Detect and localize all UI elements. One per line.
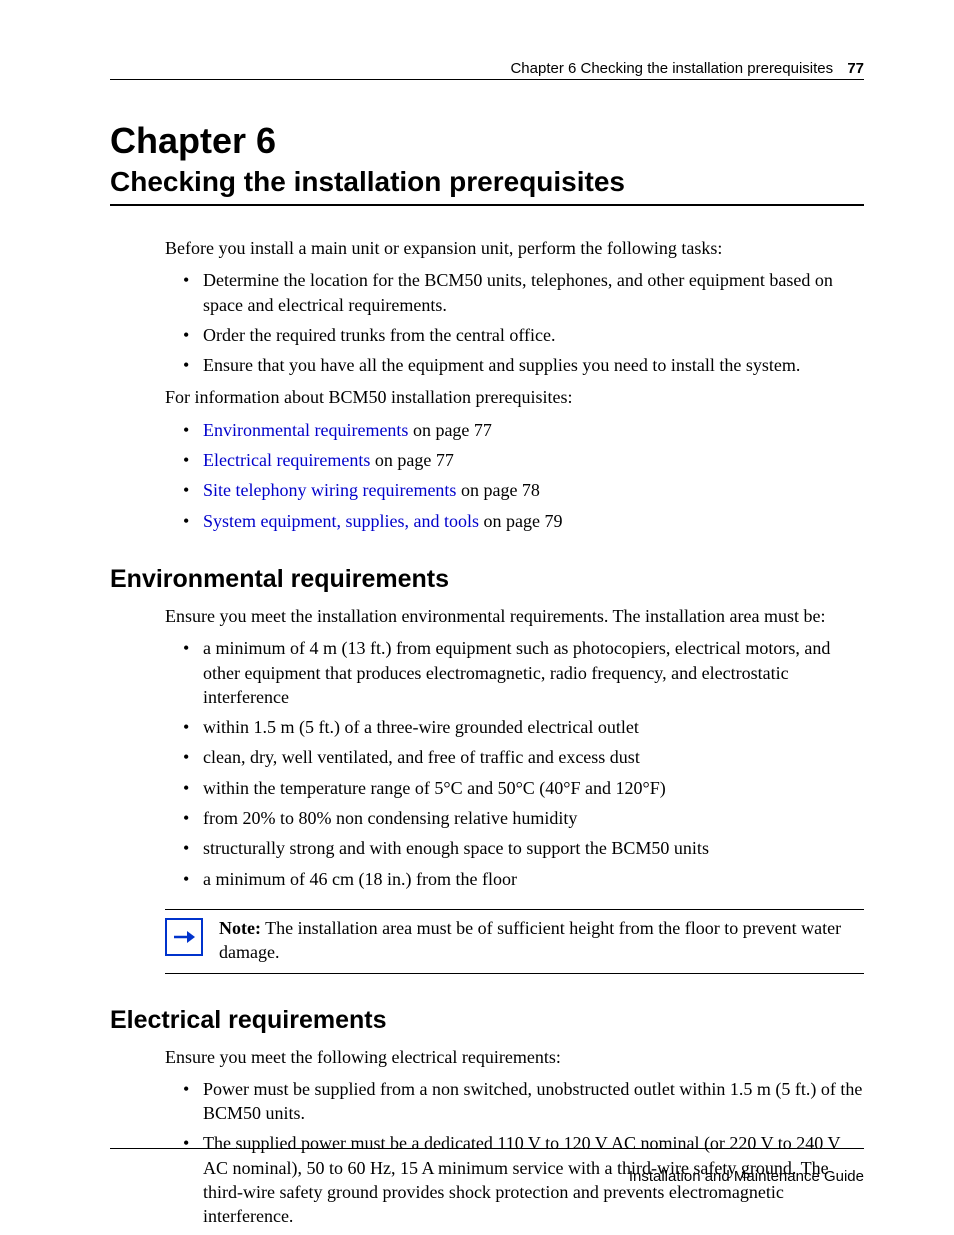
elec-list: Power must be supplied from a non switch… xyxy=(165,1077,864,1229)
list-item: System equipment, supplies, and tools on… xyxy=(203,509,864,533)
intro-block: Before you install a main unit or expans… xyxy=(165,236,864,533)
note-text: Note: The installation area must be of s… xyxy=(219,916,864,965)
arrow-right-icon xyxy=(165,918,203,956)
xref-link[interactable]: Electrical requirements xyxy=(203,450,370,470)
xref-suffix: on page 77 xyxy=(408,420,491,440)
elec-lead: Ensure you meet the following electrical… xyxy=(165,1045,864,1069)
elec-block: Ensure you meet the following electrical… xyxy=(165,1045,864,1229)
running-title: Chapter 6 Checking the installation prer… xyxy=(510,60,833,77)
note-body: The installation area must be of suffici… xyxy=(219,918,841,962)
running-header: Chapter 6 Checking the installation prer… xyxy=(110,60,864,77)
env-block: Ensure you meet the installation environ… xyxy=(165,604,864,891)
refs-list: Environmental requirements on page 77 El… xyxy=(165,418,864,533)
xref-link[interactable]: Environmental requirements xyxy=(203,420,408,440)
page: Chapter 6 Checking the installation prer… xyxy=(0,0,954,1235)
page-number: 77 xyxy=(837,60,864,77)
intro-task-list: Determine the location for the BCM50 uni… xyxy=(165,268,864,377)
list-item: Power must be supplied from a non switch… xyxy=(203,1077,864,1126)
chapter-heading-block: Chapter 6 Checking the installation prer… xyxy=(110,120,864,206)
list-item: structurally strong and with enough spac… xyxy=(203,836,864,860)
intro-lead: Before you install a main unit or expans… xyxy=(165,236,864,260)
list-item: a minimum of 46 cm (18 in.) from the flo… xyxy=(203,867,864,891)
xref-suffix: on page 77 xyxy=(370,450,453,470)
list-item: Ensure that you have all the equipment a… xyxy=(203,353,864,377)
list-item: Determine the location for the BCM50 uni… xyxy=(203,268,864,317)
list-item: within 1.5 m (5 ft.) of a three-wire gro… xyxy=(203,715,864,739)
list-item: Electrical requirements on page 77 xyxy=(203,448,864,472)
list-item: Site telephony wiring requirements on pa… xyxy=(203,478,864,502)
list-item: from 20% to 80% non condensing relative … xyxy=(203,806,864,830)
section-heading-electrical: Electrical requirements xyxy=(110,1006,864,1035)
footer-text: Installation and Maintenance Guide xyxy=(629,1168,864,1185)
xref-suffix: on page 79 xyxy=(479,511,562,531)
header-rule xyxy=(110,79,864,80)
note-label: Note: xyxy=(219,918,261,938)
chapter-number: Chapter 6 xyxy=(110,120,864,162)
list-item: Order the required trunks from the centr… xyxy=(203,323,864,347)
list-item: within the temperature range of 5°C and … xyxy=(203,776,864,800)
chapter-rule xyxy=(110,204,864,206)
footer-rule xyxy=(110,1148,864,1149)
xref-suffix: on page 78 xyxy=(456,480,539,500)
section-heading-environmental: Environmental requirements xyxy=(110,565,864,594)
xref-link[interactable]: Site telephony wiring requirements xyxy=(203,480,456,500)
env-lead: Ensure you meet the installation environ… xyxy=(165,604,864,628)
list-item: Environmental requirements on page 77 xyxy=(203,418,864,442)
list-item: a minimum of 4 m (13 ft.) from equipment… xyxy=(203,636,864,709)
list-item: clean, dry, well ventilated, and free of… xyxy=(203,745,864,769)
xref-link[interactable]: System equipment, supplies, and tools xyxy=(203,511,479,531)
note-box: Note: The installation area must be of s… xyxy=(165,909,864,974)
env-list: a minimum of 4 m (13 ft.) from equipment… xyxy=(165,636,864,891)
refs-lead: For information about BCM50 installation… xyxy=(165,385,864,409)
chapter-title: Checking the installation prerequisites xyxy=(110,166,864,198)
